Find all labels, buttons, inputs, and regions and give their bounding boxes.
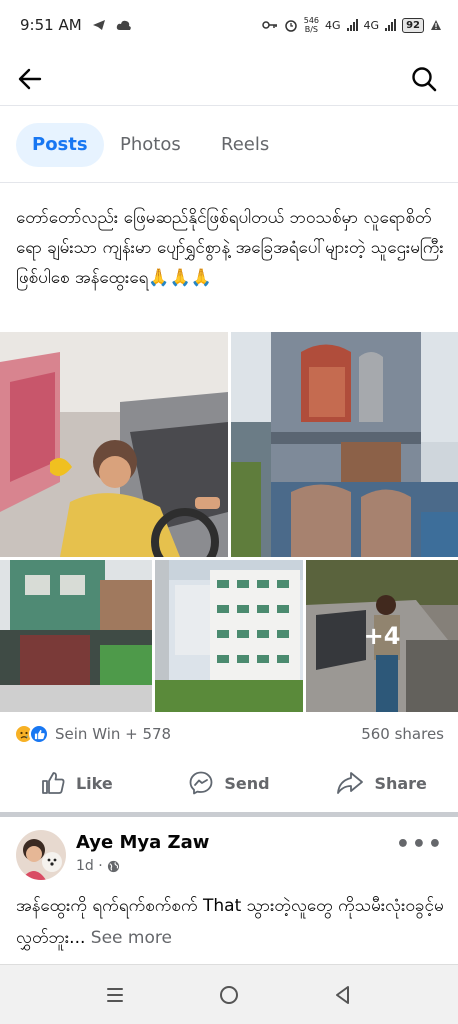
- key-icon: [261, 21, 277, 29]
- share-label: Share: [374, 773, 427, 793]
- car-interior-photo: [0, 332, 228, 557]
- apartment-building-photo: [155, 560, 303, 712]
- tab-photos[interactable]: Photos: [104, 123, 197, 167]
- post-photo-2[interactable]: [231, 332, 458, 557]
- network-type-1: 4G: [325, 18, 341, 32]
- house-gate-photo: [0, 560, 152, 712]
- share-button[interactable]: Share: [305, 770, 458, 796]
- house-photo: [231, 332, 458, 557]
- reaction-icons: [14, 724, 49, 744]
- post-photo-1[interactable]: [0, 332, 228, 557]
- send-label: Send: [224, 773, 270, 793]
- network-type-2: 4G: [363, 18, 380, 32]
- post-author-name[interactable]: Aye Mya Zaw: [76, 832, 209, 853]
- share-arrow-icon: [337, 772, 364, 794]
- tab-posts[interactable]: Posts: [16, 123, 104, 167]
- shares-count[interactable]: 560 shares: [361, 725, 444, 743]
- search-icon[interactable]: [410, 65, 438, 93]
- signal-icon: [346, 19, 358, 31]
- reactions-text: Sein Win + 578: [55, 725, 172, 743]
- post-photo-5[interactable]: +4: [306, 560, 458, 712]
- see-more-link[interactable]: See more: [91, 928, 172, 948]
- arrow-left-icon[interactable]: [16, 65, 44, 93]
- cloud-icon: [116, 20, 131, 30]
- post-meta: 1d ·: [76, 858, 120, 874]
- net-speed-unit: B/S: [304, 25, 318, 34]
- telegram-icon: [92, 20, 105, 30]
- send-button[interactable]: Send: [153, 770, 306, 796]
- post-photo-4[interactable]: [155, 560, 303, 712]
- alarm-icon: [284, 20, 297, 32]
- post-time: 1d ·: [76, 858, 103, 874]
- like-label: Like: [75, 773, 113, 793]
- post2-text: အန်ထွေးကို ရက်ရက်စက်စက် That သွားတဲ့လူတွ…: [16, 896, 444, 948]
- battery-icon: 92: [402, 17, 424, 33]
- like-button[interactable]: Like: [0, 770, 153, 796]
- system-navigation-bar: [0, 964, 458, 1024]
- thumbs-up-icon: [42, 772, 65, 794]
- reactions-summary[interactable]: Sein Win + 578 560 shares: [14, 720, 444, 748]
- like-reaction-icon: [29, 724, 49, 744]
- warning-icon: [431, 20, 441, 30]
- post2-text-block: အန်ထွေးကို ရက်ရက်စက်စက် That သွားတဲ့လူတွ…: [16, 890, 446, 954]
- back-triangle-icon[interactable]: [331, 983, 355, 1007]
- more-photos-count[interactable]: +4: [306, 560, 458, 712]
- top-navigation: [0, 50, 458, 106]
- avatar[interactable]: [16, 830, 66, 880]
- post-photo-3[interactable]: [0, 560, 152, 712]
- tab-reels[interactable]: Reels: [205, 123, 285, 167]
- globe-icon: [107, 860, 119, 872]
- post-actions: Like Send Share: [0, 758, 458, 808]
- post-more-options[interactable]: •••: [396, 832, 444, 857]
- status-bar: 9:51 AM 546 B/S 4G 4G 92: [0, 0, 458, 50]
- recent-apps-icon[interactable]: [103, 983, 127, 1007]
- net-speed: 546 B/S: [304, 16, 319, 34]
- profile-tabs: Posts Photos Reels: [0, 107, 458, 183]
- messenger-icon: [189, 771, 213, 795]
- status-time: 9:51 AM: [20, 16, 82, 34]
- home-icon[interactable]: [217, 983, 241, 1007]
- net-speed-value: 546: [303, 16, 320, 25]
- post-text: တော်တော်လည်း ဖြေမဆည်နိုင်ဖြစ်ရပါတယ် ဘဝသစ…: [16, 208, 444, 288]
- feed-divider: [0, 812, 458, 817]
- avatar-photo: [16, 830, 66, 880]
- signal-icon: [385, 19, 397, 31]
